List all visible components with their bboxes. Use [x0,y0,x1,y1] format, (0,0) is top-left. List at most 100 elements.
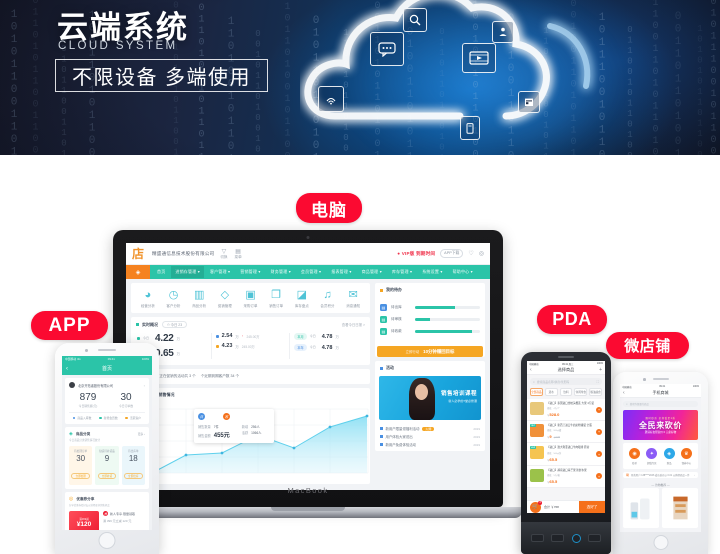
tile-button[interactable]: 立即补货 [97,473,117,479]
erp-nav-tab[interactable]: 系统设置 ▾ [418,266,446,278]
pda-key-menu[interactable] [530,534,544,542]
erp-activity-item[interactable]: 新用户限量领福利活动 火爆 2019 [380,426,480,431]
back-icon[interactable]: ‹ [66,366,68,372]
weidian-quick-item[interactable]: ◉ 秒杀 [629,448,641,465]
erp-todo-item[interactable]: ▤ 待出库 [380,304,480,311]
erp-selector-menu-label: 菜单 [234,254,242,259]
erp-notice-card: 提醒 有正在促销的活动共 3 个 个近期到期客户数 34 个 [131,369,370,384]
pda-confirm-button[interactable]: 选好了 [579,500,605,513]
erp-nav-home-icon[interactable]: ◈ [126,265,150,279]
erp-nav-tab[interactable]: 进销存管理 ▾ [171,266,204,278]
pda-category-tab[interactable]: 粮油副食 [589,388,602,396]
add-to-cart-icon[interactable]: + [596,451,602,457]
erp-nav-tab[interactable]: 商品管理 ▾ [358,266,386,278]
pda-product-row[interactable]: 新品 【进口】澳大利亚进口牛肉眼排 原切 规格：500g/份 ￥65.5 + [527,443,605,466]
erp-todo-button-left: 立即行动 [405,350,420,354]
app-coupon-row[interactable]: 满399减 ¥120 券 新人专享·限量领取 满 399 元立减 120 元 [69,511,145,530]
scan-icon[interactable]: ⛶ [597,380,599,384]
add-to-cart-icon[interactable]: + [596,428,602,435]
pda-product-row[interactable]: 【进口】越南进口青芒果 新鲜水果 规格：5斤/箱 ￥65.5 + [527,465,605,488]
back-icon[interactable]: ‹ [623,390,625,396]
erp-activity-item[interactable]: 新用户免费体验活动 2019 [380,442,480,447]
quick-entry-icon: ◇ [220,289,230,301]
erp-todo-action-button[interactable]: 立即行动 10分钟赚回目标 [377,346,483,357]
erp-quick-entry[interactable]: ✉ 消息通知 [340,289,366,308]
erp-realtime-chip[interactable]: ⏱ 今日 23 [162,321,188,328]
quick-entry-icon: ♫ [323,289,332,301]
erp-nav-tab[interactable]: 帮助中心 ▾ [449,266,477,278]
erp-quick-entry[interactable]: ♫ 会员积分 [315,289,341,308]
erp-app-download-pill[interactable]: APP下载 [440,249,464,258]
weidian-search-bar[interactable]: ⌕ 搜索你想要的商品 [623,401,698,407]
quick-item-label: 领券中心 [681,462,692,465]
app-stat-tile[interactable]: 待处理订单 30 立即处理 [69,446,93,485]
app-stat-tile[interactable]: 缺货待补货品 9 立即补货 [95,446,119,485]
erp-notice-item[interactable]: 有正在促销的活动共 3 个 [156,374,196,379]
pda-product-row[interactable]: 特价 【进口】新西兰进口牛奶奶粉罐装 全脂 规格：900g/罐 ￥9 ￥188 + [527,421,605,444]
erp-nav-tab[interactable]: 库存管理 ▾ [388,266,416,278]
app-section-more[interactable]: 更多 › [138,432,145,436]
weidian-product-card[interactable] [623,488,659,528]
erp-quick-entry[interactable]: ◷ 客户分析 [161,289,187,308]
pda-search-bar[interactable]: ⌕ 搜索商品名称/拼音/条形码 ⛶ [530,378,602,385]
erp-quick-entry[interactable]: ▣ 采购订单 [238,289,264,308]
erp-quick-entry[interactable]: ◕ 经营分析 [135,289,161,308]
erp-logo-icon[interactable]: 店 [126,243,150,265]
erp-nav-tab[interactable]: 财务管理 ▾ [267,266,295,278]
tile-value: 30 [76,454,86,463]
phone-home-button[interactable] [653,535,668,550]
erp-realtime-card: 实时概况 ⏱ 今日 23 查看今日日报 > 今日 4.22 万 0.65 万 2… [131,317,370,365]
tile-button[interactable]: 立即出库 [124,473,143,479]
erp-quick-entry[interactable]: ▥ 商品分析 [186,289,212,308]
settings-icon[interactable]: ◎ [479,250,484,257]
weidian-quick-item[interactable]: ♛ 领券中心 [680,448,692,465]
erp-selector-switch[interactable]: ▽ 切换 [220,248,227,260]
erp-todo-item[interactable]: ▤ 待收款 [380,328,480,335]
phone-home-button[interactable] [98,532,116,549]
erp-realtime-more-link[interactable]: 查看今日日报 > [342,322,365,327]
weidian-quick-item[interactable]: ◈ 新品 [663,448,675,465]
erp-todo-item[interactable]: ▤ 待审核 [380,316,480,323]
erp-notice-item[interactable]: 个近期到期客户数 34 个 [201,374,239,379]
weidian-notice-bar[interactable]: 喇 恭喜用户 138****2046 成功砍价以 0.01 元购得商品一件 › [623,472,698,478]
erp-activity-item[interactable]: 用户体验大家说出 2019 [380,434,480,439]
erp-nav-tab[interactable]: 会员管理 ▾ [297,266,325,278]
pda-key-home[interactable] [551,534,565,542]
back-icon[interactable]: ‹ [530,367,532,373]
erp-quick-entry[interactable]: ◇ 促销管理 [212,289,238,308]
product-info: 【进口】澳大利亚进口牛肉眼排 原切 规格：500g/份 ￥65.5 [547,446,602,461]
page-root: 1010110101011001011010010101101001011011… [0,0,720,554]
pda-key-back[interactable] [588,534,602,542]
pda-category-tab[interactable]: 酒水 [544,388,558,396]
erp-activity-banner-title: 销售培训课程 [440,391,477,397]
erp-nav-tab[interactable]: 报表管理 ▾ [327,266,355,278]
cart-icon[interactable]: 🛒 4 [530,500,542,513]
pda-product-row[interactable]: 【进口】泰国进口金枕头榴莲 大果 4斤装 规格：4斤/个 ￥528.0 + [527,399,605,422]
weidian-product-card[interactable] [662,488,698,528]
add-to-cart-icon[interactable]: + [596,406,602,413]
pda-category-tab[interactable]: 休闲零食 [574,388,588,396]
pda-key-scan[interactable] [571,533,581,543]
erp-selector-menu[interactable]: ▤ 菜单 [235,248,242,260]
product-spec: 规格：4斤/个 [547,408,560,411]
tile-button[interactable]: 立即处理 [71,473,90,479]
erp-nav-tab[interactable]: 营销管理 ▾ [236,266,264,278]
pda-category-tab[interactable]: 饮料 [559,388,573,396]
bell-icon[interactable]: ♡ [468,250,473,257]
erp-quick-entry[interactable]: ❐ 销售订单 [263,289,289,308]
erp-nav-tab[interactable]: 客户管理 ▾ [206,266,234,278]
weidian-quick-item[interactable]: ✦ 超值专区 [646,448,658,465]
app-status-right: 100% [141,357,149,361]
weidian-promo-banner[interactable]: 限时秒杀 全场低至1折 全民来砍价 邀请好友帮砍价 0 元拿好物 [623,410,698,440]
erp-quick-entry[interactable]: ◪ 库存盘点 [289,289,315,308]
erp-nav-tab[interactable]: 首页 [153,266,169,278]
add-to-cart-icon[interactable]: + [596,473,602,480]
laptop-lid: 店 精盛通信息技术股份有限公司 ▽ 切换 ▤ 菜单 ● VIP版 到期时间 AP… [113,230,503,507]
app-company-row[interactable]: 北京开拓者股份有限公司 › [69,382,145,388]
tooltip-label: 销售数量 [198,425,211,429]
product-info: 【进口】越南进口青芒果 新鲜水果 规格：5斤/箱 ￥65.5 [547,469,602,484]
pda-category-tab[interactable]: 全部商品 [530,388,543,396]
erp-activity-banner[interactable]: 销售培训课程 新人必学的7堂必修课 [379,376,481,420]
app-stat-tile[interactable]: 待出库单 18 立即出库 [121,446,145,485]
plus-icon[interactable]: + [599,367,602,373]
